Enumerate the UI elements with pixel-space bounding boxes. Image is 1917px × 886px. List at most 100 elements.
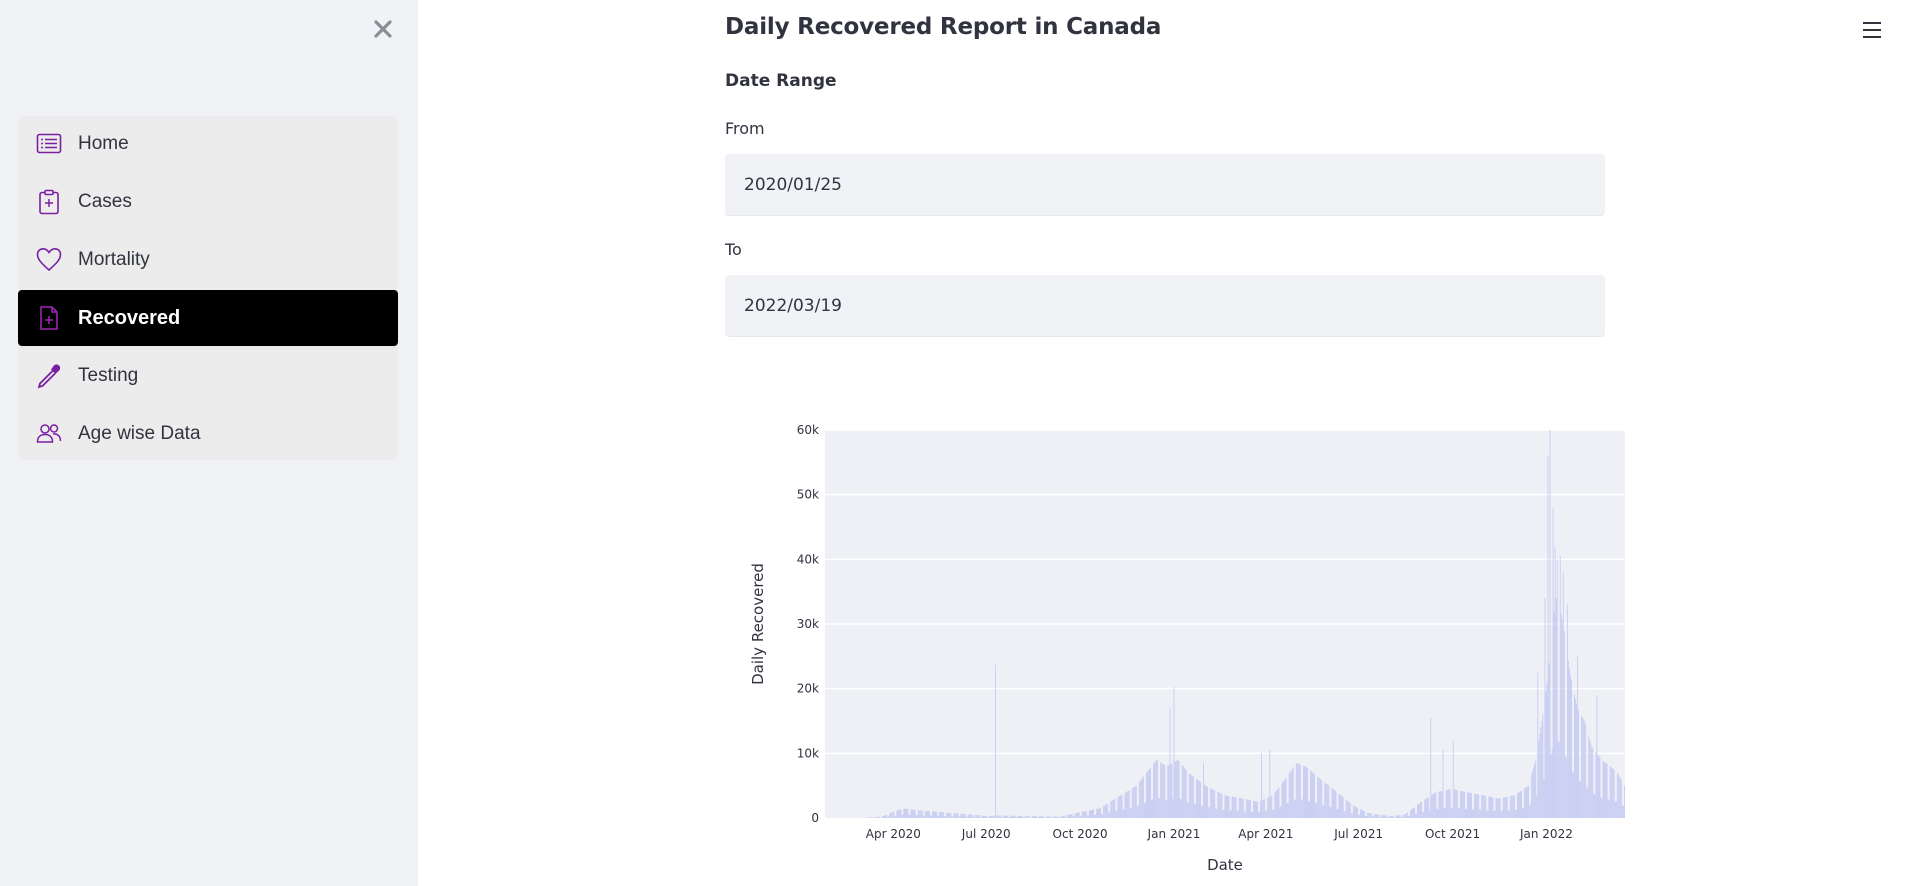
bar (1529, 805, 1531, 818)
bar (1195, 778, 1197, 818)
list-icon (36, 133, 62, 154)
bar (1278, 787, 1280, 818)
bar (1435, 792, 1437, 818)
bar (1587, 787, 1589, 818)
sidebar-item-age-wise-data[interactable]: Age wise Data (18, 406, 398, 462)
bar (1507, 810, 1509, 818)
close-icon (374, 20, 392, 38)
bar (1581, 715, 1583, 818)
file-plus-icon (40, 306, 58, 330)
bar (1372, 816, 1374, 818)
to-date-input[interactable]: 2022/03/19 (725, 275, 1605, 337)
bar (1262, 799, 1264, 818)
bar (1517, 792, 1519, 818)
sidebar-item-label: Home (78, 133, 129, 154)
bar (944, 816, 946, 818)
sidebar-item-home[interactable]: Home (18, 116, 398, 172)
bar (1265, 811, 1267, 818)
from-date-input[interactable]: 2020/01/25 (725, 154, 1605, 216)
bar (1576, 703, 1577, 818)
bar (875, 817, 877, 818)
sidebar-item-recovered[interactable]: Recovered (18, 290, 398, 346)
bar (1549, 430, 1551, 818)
y-tick-label: 60k (797, 423, 819, 437)
bar (968, 814, 970, 818)
bar (1176, 760, 1178, 818)
bar (901, 814, 903, 818)
close-sidebar-button[interactable] (370, 16, 396, 42)
bar (929, 815, 931, 818)
bar (1396, 815, 1398, 818)
bar (1492, 797, 1494, 818)
bar (1548, 662, 1550, 818)
bar (1421, 801, 1423, 818)
bar (976, 815, 978, 818)
bar (1520, 791, 1521, 818)
bar (930, 815, 932, 818)
bar (1294, 799, 1296, 818)
bar (1280, 806, 1282, 818)
sidebar-item-cases[interactable]: Cases (18, 174, 398, 230)
bar (1415, 813, 1416, 818)
bar (1159, 798, 1161, 818)
bar (1378, 814, 1380, 818)
bar (1573, 773, 1574, 818)
bar (939, 812, 941, 818)
bar (1318, 777, 1320, 818)
bar (917, 810, 919, 818)
bar (1138, 781, 1140, 818)
bar (1368, 812, 1370, 818)
bar (1560, 613, 1562, 818)
sidebar-item-testing[interactable]: Testing (18, 348, 398, 404)
bar (1545, 690, 1547, 818)
bar (1192, 776, 1194, 818)
y-tick-label: 30k (797, 617, 819, 631)
bar (1316, 803, 1318, 818)
bar (1453, 789, 1455, 818)
bar (1379, 816, 1381, 818)
bar (1167, 765, 1169, 818)
bar (1478, 794, 1480, 818)
bar (935, 811, 936, 818)
bar (1555, 598, 1557, 818)
bar (947, 812, 949, 818)
bar (1481, 794, 1483, 818)
bar (1024, 815, 1026, 818)
page-title: Daily Recovered Report in Canada (725, 14, 1162, 40)
main-menu-button[interactable] (1860, 18, 1884, 42)
bar (1085, 810, 1087, 818)
bar (1491, 797, 1493, 818)
bar (1249, 800, 1251, 818)
bar (1424, 799, 1426, 818)
bar (1001, 817, 1003, 818)
to-label: To (725, 240, 742, 259)
daily-recovered-chart[interactable]: 0 10k 20k 30k 40k 50k 60k Apr 2020 Jul 2020 Oct … (740, 415, 1640, 885)
bar (1333, 789, 1335, 818)
bar (1145, 802, 1146, 818)
bar (908, 814, 910, 818)
bar (1590, 743, 1592, 818)
bar (1336, 808, 1338, 818)
bar (969, 814, 971, 818)
bar (895, 815, 897, 818)
bar (1400, 816, 1402, 818)
bar (1102, 813, 1104, 818)
sidebar-item-mortality[interactable]: Mortality (18, 232, 398, 288)
bar (1419, 803, 1421, 818)
bar (945, 816, 947, 818)
bar (1362, 810, 1363, 818)
bar (869, 817, 871, 818)
bar (1100, 807, 1102, 818)
bar (978, 815, 980, 818)
bar (942, 812, 944, 818)
bar (1124, 792, 1126, 818)
bar (1030, 817, 1032, 818)
bar (1434, 792, 1436, 818)
bar (994, 817, 996, 818)
bar (1014, 815, 1016, 818)
bar (1351, 813, 1353, 818)
bar (981, 815, 983, 818)
bar (1120, 795, 1122, 818)
bar (1169, 708, 1171, 818)
bar (1436, 808, 1438, 818)
